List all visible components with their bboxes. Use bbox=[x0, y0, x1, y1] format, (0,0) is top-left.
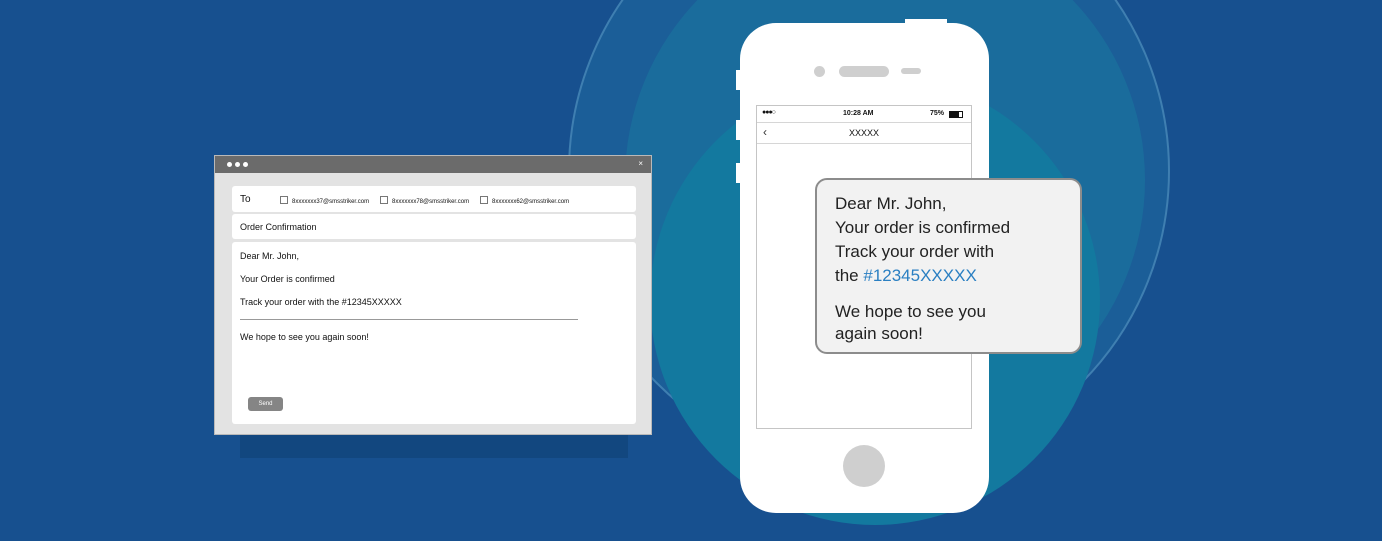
status-time: 10:28 AM bbox=[843, 110, 874, 117]
body-line-tracking: Track your order with the #12345XXXXX bbox=[240, 297, 402, 307]
battery-percent: 75% bbox=[930, 110, 945, 117]
recipient-chip[interactable]: 8xxxxxxx37@smsstriker.com bbox=[280, 196, 369, 205]
sms-closing-2: again soon! bbox=[835, 324, 923, 343]
checkbox-icon[interactable] bbox=[280, 196, 288, 204]
body-line-confirmed: Your Order is confirmed bbox=[240, 274, 335, 284]
email-titlebar: × bbox=[215, 156, 651, 173]
subject-field[interactable]: Order Confirmation bbox=[232, 214, 636, 239]
home-button[interactable] bbox=[843, 445, 885, 487]
speaker-grille bbox=[839, 66, 889, 77]
checkbox-icon[interactable] bbox=[380, 196, 388, 204]
signal-icon: ●●●○ bbox=[762, 109, 776, 116]
sms-line-confirmed: Your order is confirmed bbox=[835, 218, 1011, 237]
sensor bbox=[901, 68, 921, 74]
sms-closing-1: We hope to see you bbox=[835, 302, 986, 321]
conversation-header: ‹ XXXXX bbox=[757, 123, 971, 144]
contact-name: XXXXX bbox=[848, 128, 879, 138]
email-window: × To 8xxxxxxx37@smsstriker.com 8xxxxxxx7… bbox=[214, 155, 652, 435]
recipient-address: 8xxxxxxx62@smsstriker.com bbox=[492, 199, 570, 205]
camera-icon bbox=[814, 66, 825, 77]
send-button[interactable]: Send bbox=[248, 397, 283, 411]
recipient-address: 8xxxxxxx37@smsstriker.com bbox=[292, 199, 370, 205]
battery-icon bbox=[949, 111, 963, 118]
close-icon[interactable]: × bbox=[638, 158, 643, 170]
to-label: To bbox=[240, 194, 251, 205]
window-dot-icon[interactable] bbox=[243, 162, 248, 167]
order-number: #12345XXXXX bbox=[863, 266, 977, 285]
sms-message-bubble: Dear Mr. John, Your order is confirmed T… bbox=[815, 178, 1082, 354]
sms-line-order: the #12345XXXXX bbox=[835, 264, 977, 288]
to-field[interactable]: To 8xxxxxxx37@smsstriker.com 8xxxxxxx78@… bbox=[232, 186, 636, 212]
recipient-chip[interactable]: 8xxxxxxx62@smsstriker.com bbox=[480, 196, 569, 205]
window-dot-icon[interactable] bbox=[235, 162, 240, 167]
checkbox-icon[interactable] bbox=[480, 196, 488, 204]
sms-line-track: Track your order with bbox=[835, 242, 995, 261]
sms-order-prefix: the bbox=[835, 266, 864, 285]
recipient-address: 8xxxxxxx78@smsstriker.com bbox=[392, 199, 470, 205]
subject-text: Order Confirmation bbox=[240, 222, 317, 232]
body-closing: We hope to see you again soon! bbox=[240, 332, 369, 342]
recipient-chip[interactable]: 8xxxxxxx78@smsstriker.com bbox=[380, 196, 469, 205]
window-dot-icon[interactable] bbox=[227, 162, 232, 167]
body-divider bbox=[240, 319, 578, 320]
sms-greeting: Dear Mr. John, bbox=[835, 194, 947, 213]
message-body[interactable]: Dear Mr. John, Your Order is confirmed T… bbox=[232, 242, 636, 424]
body-greeting: Dear Mr. John, bbox=[240, 251, 300, 261]
status-bar: ●●●○ 10:28 AM 75% bbox=[757, 106, 971, 123]
